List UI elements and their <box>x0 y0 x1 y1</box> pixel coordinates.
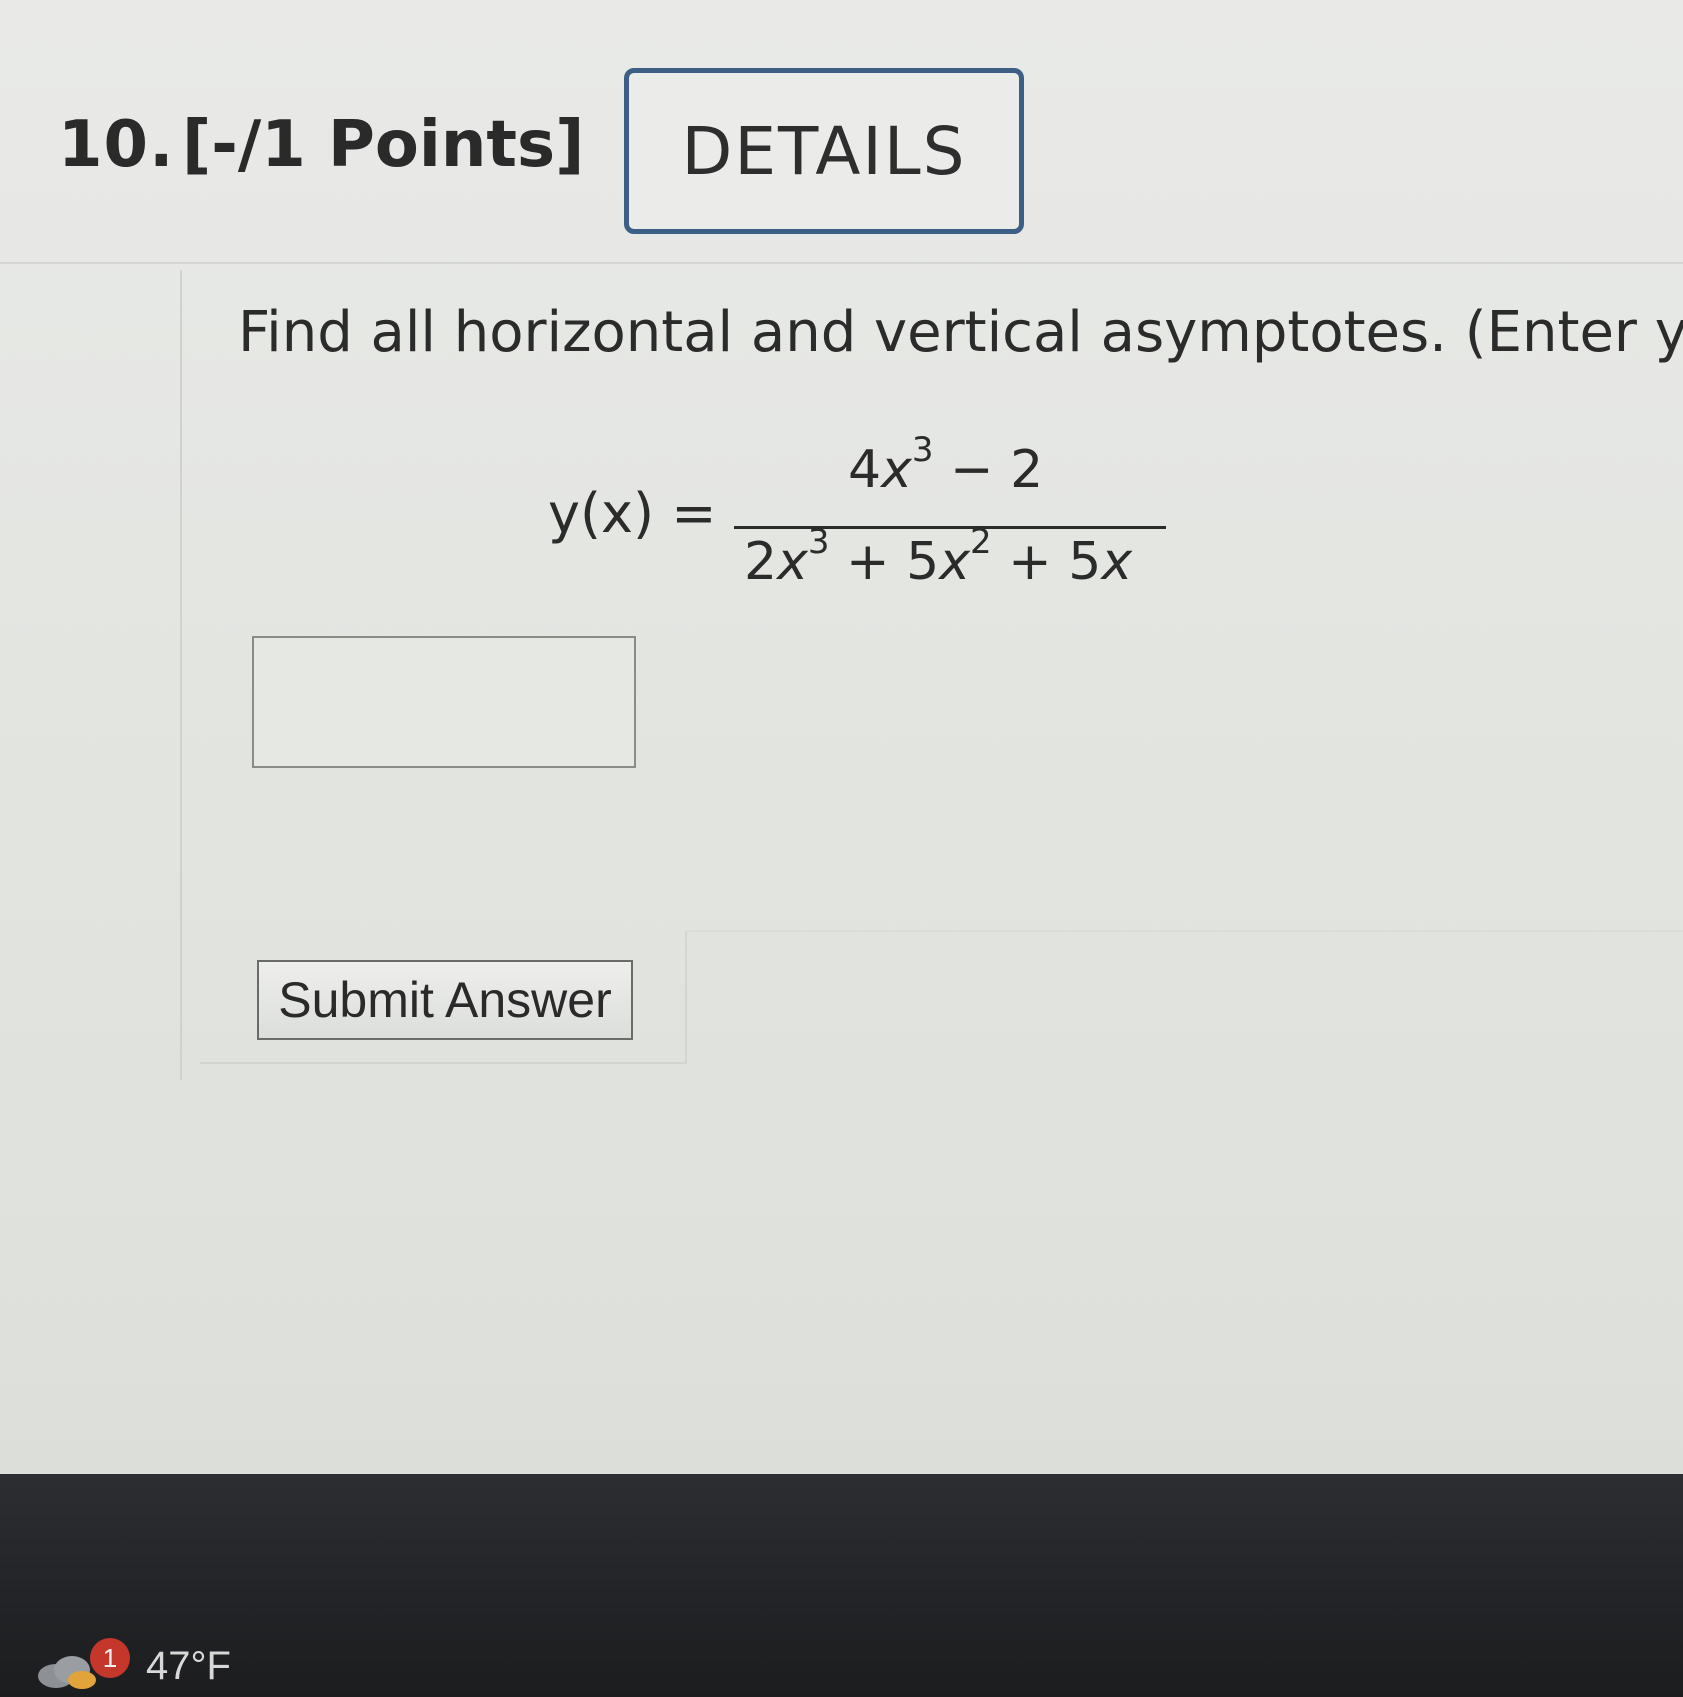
submit-answer-button[interactable]: Submit Answer <box>257 960 633 1040</box>
weather-notification-badge: 1 <box>90 1638 130 1678</box>
denominator-term3-var: x <box>1101 532 1133 592</box>
cloud-icon <box>38 1656 96 1689</box>
rational-function-formula: y(x) = 4x3 − 2 2x3 + 5x2 + 5x <box>548 433 1188 616</box>
weather-widget[interactable]: 1 47°F <box>34 1634 274 1694</box>
numerator-coef: 4 <box>848 440 882 500</box>
question-prompt: Find all horizontal and vertical asympto… <box>238 300 1683 365</box>
denominator-term1-coef: 2 <box>744 532 778 592</box>
denominator-term2-exponent: 2 <box>970 522 992 562</box>
denominator-term2-coef: + 5 <box>829 532 940 592</box>
question-header: 10. [-/1 Points] DETAILS <box>0 0 1683 270</box>
formula-numerator: 4x3 − 2 <box>848 433 1044 500</box>
panel-divider <box>200 1062 685 1064</box>
numerator-exponent: 3 <box>911 430 934 470</box>
panel-divider <box>685 930 1683 932</box>
formula-denominator: 2x3 + 5x2 + 5x <box>744 525 1133 592</box>
weather-temperature: 47°F <box>146 1644 231 1688</box>
denominator-term1-exponent: 3 <box>807 522 830 562</box>
formula-lhs: y(x) = <box>548 482 717 545</box>
numerator-rest: − 2 <box>933 440 1044 500</box>
question-number: 10. <box>58 108 175 182</box>
answer-input[interactable] <box>252 636 636 768</box>
points-label: [-/1 Points] <box>182 108 585 182</box>
numerator-var: x <box>881 440 912 500</box>
details-button[interactable]: DETAILS <box>624 68 1024 234</box>
header-divider <box>0 262 1683 264</box>
denominator-term2-var: x <box>939 532 971 592</box>
denominator-term3-coef: + 5 <box>991 532 1102 592</box>
panel-divider <box>685 930 687 1064</box>
denominator-term1-var: x <box>777 532 808 592</box>
fraction-bar <box>734 526 1166 529</box>
